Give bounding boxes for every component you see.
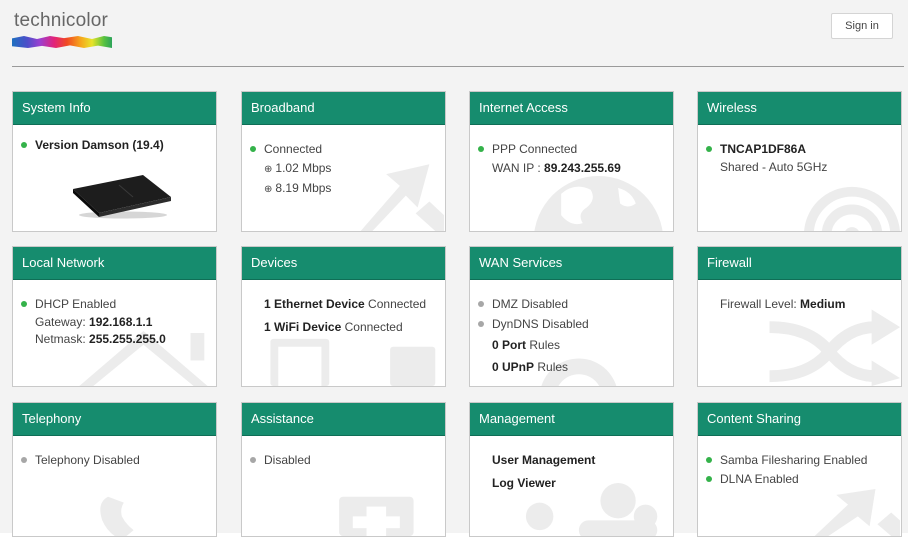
shuffle-background-icon xyxy=(769,309,901,386)
card-title: Telephony xyxy=(13,403,216,436)
card-title: Internet Access xyxy=(470,92,673,125)
download-speed: 8.19 Mbps xyxy=(275,181,332,195)
assistance-status: Disabled xyxy=(264,453,311,467)
status-dot xyxy=(21,142,27,148)
dmz-status: DMZ Disabled xyxy=(492,297,569,311)
card-devices[interactable]: Devices 1 Ethernet Device Connected 1 Wi… xyxy=(241,246,446,387)
card-wireless[interactable]: Wireless TNCAP1DF86A Shared - Auto 5GHz xyxy=(697,91,902,232)
card-broadband[interactable]: Broadband Connected ⊕ 1.02 Mbps ⊕ 8.19 Mbp… xyxy=(241,91,446,232)
upload-speed: 1.02 Mbps xyxy=(275,161,332,175)
card-system-info[interactable]: System Info Version Damson (19.4) xyxy=(12,91,217,232)
sign-in-button[interactable]: Sign in xyxy=(831,13,893,39)
dlna-status: DLNA Enabled xyxy=(720,472,799,486)
upnp-rule-count: 0 UPnP xyxy=(492,360,535,374)
status-dot xyxy=(21,301,27,307)
samba-status: Samba Filesharing Enabled xyxy=(720,453,868,467)
card-title: Local Network xyxy=(13,247,216,280)
wifi-suffix: Connected xyxy=(341,320,403,334)
card-title: Firewall xyxy=(698,247,901,280)
logo-color-bar xyxy=(12,36,112,48)
card-title: Assistance xyxy=(242,403,445,436)
status-dot xyxy=(706,457,712,463)
card-title: System Info xyxy=(13,92,216,125)
card-title: Broadband xyxy=(242,92,445,125)
wifi-background-icon xyxy=(804,186,900,231)
header-divider xyxy=(12,66,904,67)
card-telephony[interactable]: Telephony Telephony Disabled xyxy=(12,402,217,537)
wan-ip-label: WAN IP : xyxy=(492,161,545,175)
card-title: Devices xyxy=(242,247,445,280)
port-rule-count: 0 Port xyxy=(492,338,527,352)
connection-status: Connected xyxy=(264,142,323,156)
telephony-status: Telephony Disabled xyxy=(35,453,140,467)
status-dot xyxy=(706,476,712,482)
medkit-background-icon xyxy=(339,496,414,536)
ethernet-suffix: Connected xyxy=(364,297,427,311)
upnp-rule-suffix: Rules xyxy=(534,360,569,374)
card-title: Management xyxy=(470,403,673,436)
globe-background-icon xyxy=(534,176,663,231)
status-dot xyxy=(478,321,484,327)
status-dot xyxy=(706,146,712,152)
wifi-device-count: 1 WiFi Device xyxy=(264,320,342,334)
card-wan-services[interactable]: WAN Services DMZ Disabled DynDNS Disable… xyxy=(469,246,674,387)
share-arrows-background-icon xyxy=(814,488,900,536)
gateway-value: 192.168.1.1 xyxy=(89,315,153,329)
ppp-status: PPP Connected xyxy=(492,142,578,156)
card-management[interactable]: Management User Management Log Viewer xyxy=(469,402,674,537)
gateway-dashboard: technicolor Sign in System Info Version … xyxy=(0,0,908,537)
firewall-level-label: Firewall Level: xyxy=(720,297,801,311)
wan-ip-value: 89.243.255.69 xyxy=(544,161,621,175)
card-title: WAN Services xyxy=(470,247,673,280)
dyndns-status: DynDNS Disabled xyxy=(492,317,589,331)
ssid: TNCAP1DF86A xyxy=(720,142,807,156)
wifi-mode: Shared - Auto 5GHz xyxy=(720,160,828,174)
user-management-link[interactable]: User Management xyxy=(492,453,595,467)
port-rule-suffix: Rules xyxy=(526,338,561,352)
card-title: Wireless xyxy=(698,92,901,125)
netmask-label: Netmask: xyxy=(35,332,90,346)
status-dot xyxy=(21,457,27,463)
card-title: Content Sharing xyxy=(698,403,901,436)
dhcp-status: DHCP Enabled xyxy=(35,297,117,311)
firewall-level-value: Medium xyxy=(800,297,846,311)
phone-background-icon xyxy=(100,496,134,536)
router-image xyxy=(73,175,171,219)
status-dot xyxy=(478,146,484,152)
status-dot xyxy=(250,146,256,152)
technicolor-logo: technicolor xyxy=(14,10,109,31)
arrows-background-icon xyxy=(360,164,445,231)
upload-icon: ⊕ xyxy=(264,164,273,175)
log-viewer-link[interactable]: Log Viewer xyxy=(492,476,556,490)
card-local-network[interactable]: Local Network DHCP Enabled Gateway: 192.… xyxy=(12,246,217,387)
status-dot xyxy=(478,301,484,307)
card-internet-access[interactable]: Internet Access PPP Connected WAN IP : 8… xyxy=(469,91,674,232)
card-content-sharing[interactable]: Content Sharing Samba Filesharing Enable… xyxy=(697,402,902,537)
firmware-version: Version Damson (19.4) xyxy=(35,138,164,152)
status-dot xyxy=(250,457,256,463)
download-icon: ⊕ xyxy=(264,184,273,195)
card-firewall[interactable]: Firewall Firewall Level: Medium xyxy=(697,246,902,387)
netmask-value: 255.255.255.0 xyxy=(89,332,166,346)
card-assistance[interactable]: Assistance Disabled xyxy=(241,402,446,537)
gateway-label: Gateway: xyxy=(35,315,90,329)
ethernet-device-count: 1 Ethernet Device xyxy=(264,297,365,311)
